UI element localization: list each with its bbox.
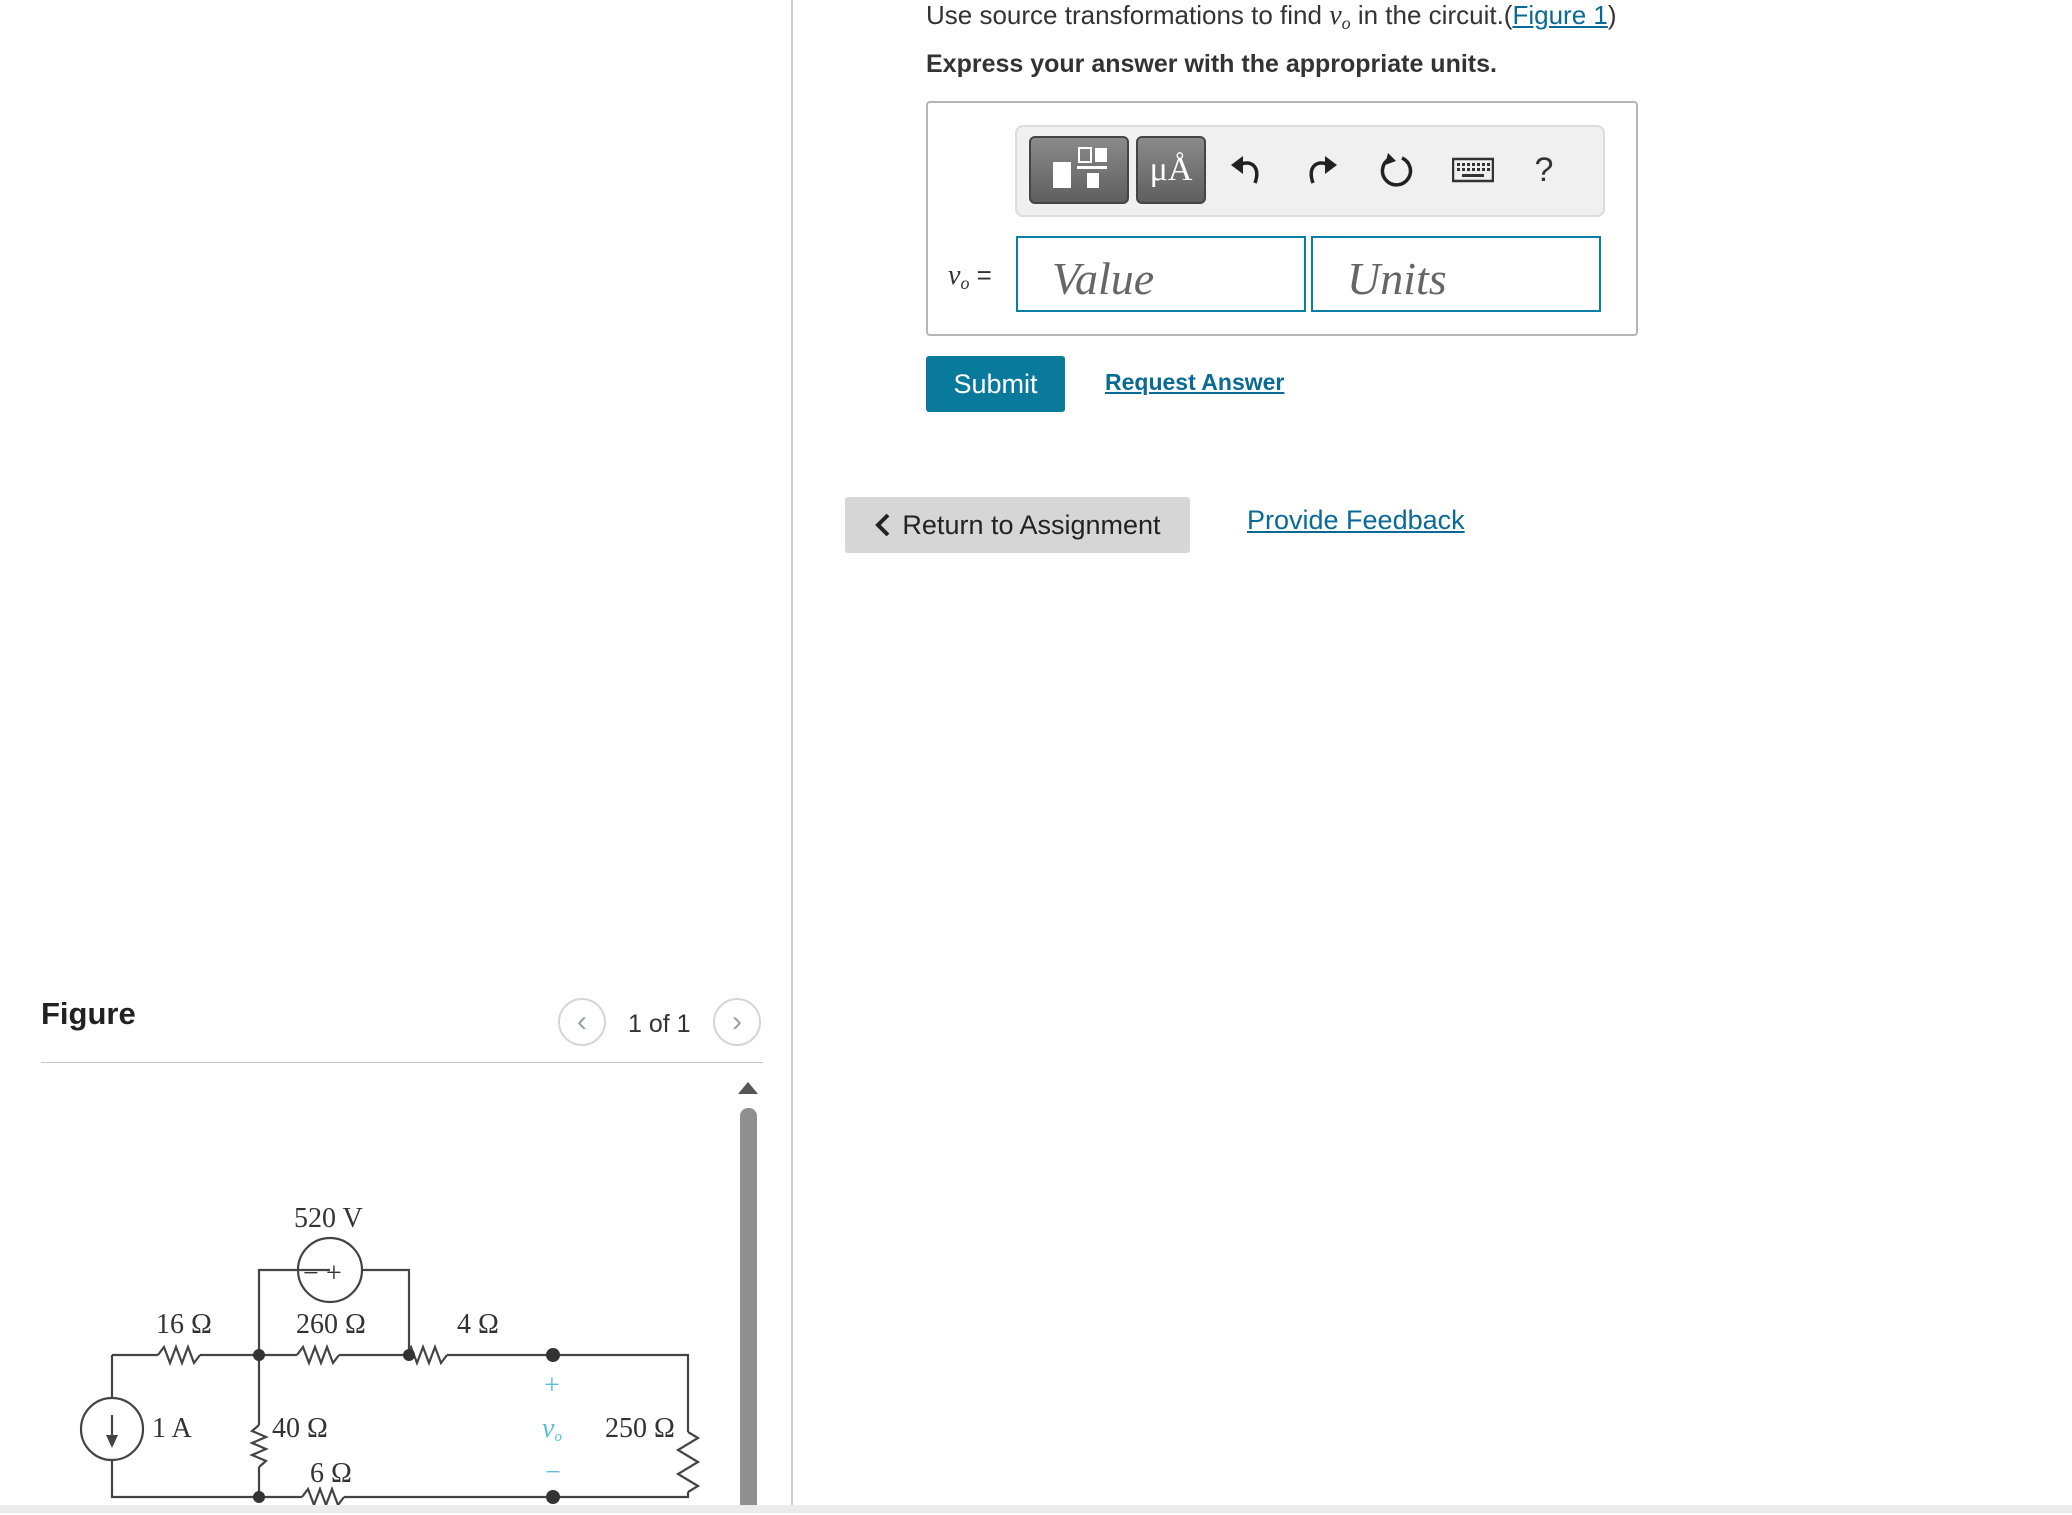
chevron-left-icon [875, 513, 890, 537]
units-button[interactable]: μÅ [1136, 136, 1206, 204]
return-to-assignment-button[interactable]: Return to Assignment [845, 497, 1190, 553]
help-button[interactable]: ? [1524, 148, 1564, 192]
undo-button[interactable] [1226, 148, 1266, 192]
question-prefix: Use source transformations to find [926, 0, 1330, 30]
provide-feedback-link[interactable]: Provide Feedback [1247, 505, 1465, 536]
redo-icon [1309, 156, 1337, 184]
figure-pager-text: 1 of 1 [628, 1010, 691, 1038]
keyboard-icon [1452, 157, 1494, 183]
label-6-ohm: 6 Ω [310, 1458, 352, 1489]
label-40-ohm: 40 Ω [272, 1413, 328, 1444]
label-source-plus: + [326, 1258, 342, 1289]
resistor-6 [301, 1485, 345, 1509]
label-520v: 520 V [294, 1203, 363, 1234]
resistor-250 [675, 1431, 701, 1493]
value-input[interactable] [1016, 236, 1306, 312]
templates-icon [1053, 147, 1107, 188]
label-vo-minus: − [545, 1457, 561, 1488]
next-figure-button[interactable]: › [713, 998, 761, 1046]
label-1a: 1 A [152, 1413, 192, 1444]
previous-figure-button[interactable]: ‹ [558, 998, 606, 1046]
question-suffix: in the circuit.( [1350, 0, 1513, 30]
instruction-text: Express your answer with the appropriate… [926, 50, 1497, 78]
figure-divider [41, 1062, 763, 1063]
label-vo-plus: + [544, 1370, 560, 1401]
figure-scrollbar-thumb[interactable] [740, 1108, 757, 1513]
redo-button[interactable] [1302, 148, 1342, 192]
chevron-left-icon: ‹ [577, 1005, 587, 1038]
figure-1-link[interactable]: Figure 1 [1512, 0, 1607, 30]
resistor-40 [249, 1424, 269, 1468]
scroll-up-arrow[interactable] [738, 1082, 758, 1094]
pane-divider[interactable] [791, 0, 793, 1513]
question-close-paren: ) [1607, 0, 1617, 30]
answer-variable-label: vo = [948, 260, 992, 293]
bottom-edge [0, 1505, 2072, 1513]
reset-icon [1380, 153, 1413, 187]
label-250-ohm: 250 Ω [605, 1413, 675, 1444]
chevron-right-icon: › [732, 1005, 742, 1038]
units-input[interactable] [1311, 236, 1601, 312]
resistor-260 [296, 1343, 340, 1367]
label-source-minus: − [303, 1258, 319, 1289]
reset-button[interactable] [1376, 148, 1416, 192]
question-text: Use source transformations to find vo in… [926, 0, 1617, 34]
question-variable: vo [1329, 0, 1351, 33]
submit-button[interactable]: Submit [926, 356, 1065, 412]
label-16-ohm: 16 Ω [156, 1309, 212, 1340]
templates-button[interactable] [1029, 136, 1129, 204]
keyboard-button[interactable] [1450, 148, 1496, 192]
circuit-diagram: 520 V − + 16 Ω 260 Ω 4 Ω 1 A 40 Ω 6 Ω 25… [79, 1203, 701, 1509]
figure-heading: Figure [41, 996, 136, 1031]
label-260-ohm: 260 Ω [296, 1309, 366, 1340]
current-direction-arrow [106, 1435, 118, 1448]
return-label: Return to Assignment [902, 509, 1161, 540]
resistor-16 [157, 1343, 201, 1367]
label-4-ohm: 4 Ω [457, 1309, 499, 1340]
request-answer-link[interactable]: Request Answer [1105, 369, 1284, 396]
undo-icon [1231, 156, 1259, 184]
label-vo: vo [542, 1413, 562, 1445]
